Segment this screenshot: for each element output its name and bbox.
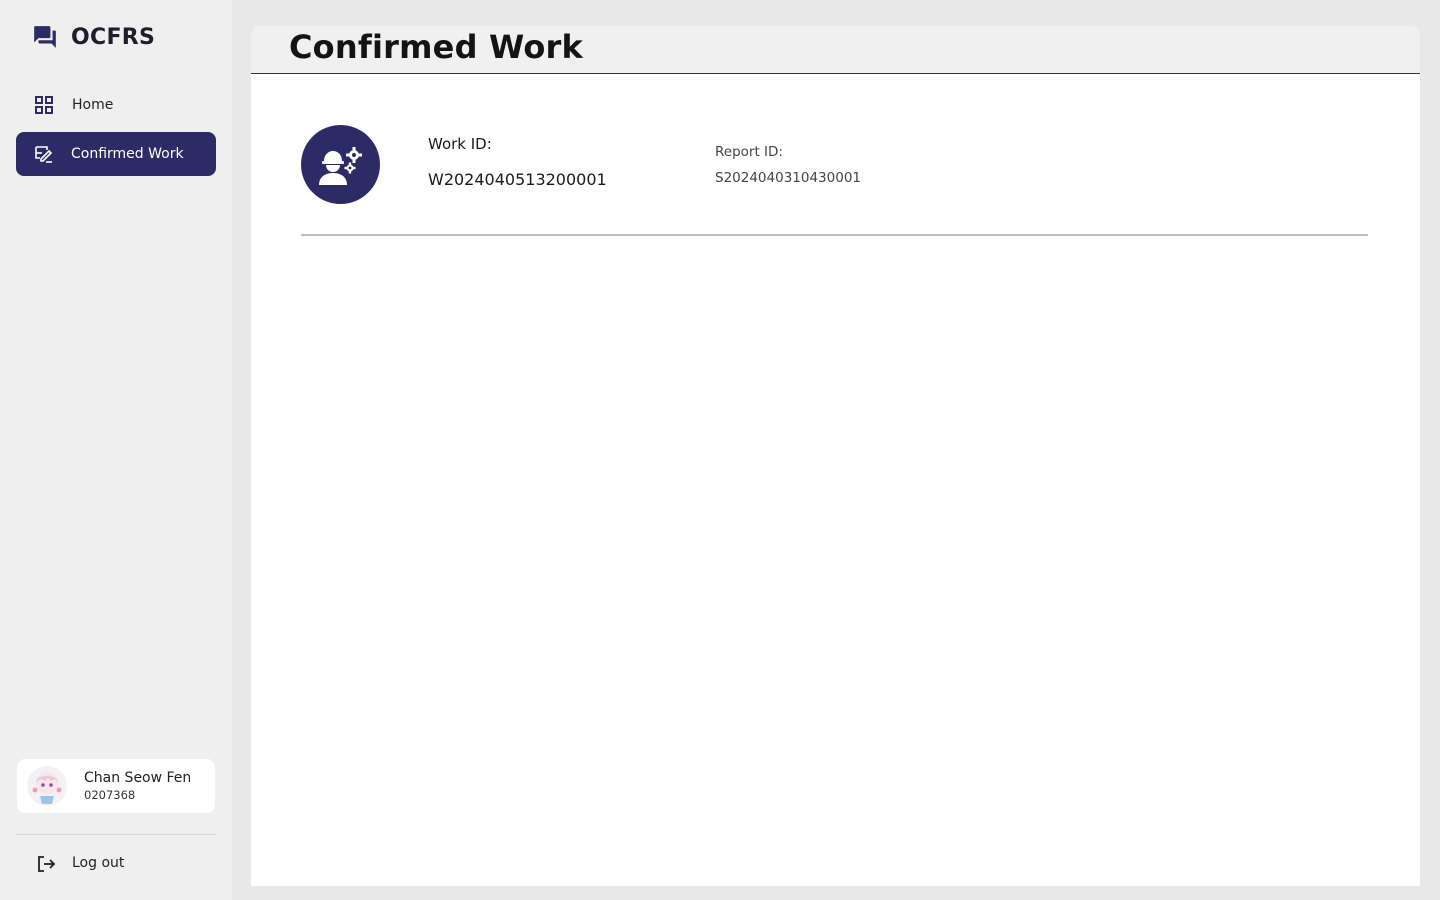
sidebar: OCFRS Home Confirmed Work Chan Seow Fen …	[0, 0, 232, 900]
work-list-item[interactable]: Work ID: W2024040513200001 Report ID: S2…	[301, 125, 1368, 236]
logout-label: Log out	[72, 854, 125, 871]
user-card[interactable]: Chan Seow Fen 0207368	[17, 759, 215, 813]
avatar	[27, 766, 67, 806]
page-header: Confirmed Work	[251, 26, 1420, 74]
sidebar-item-label: Home	[72, 97, 114, 113]
report-id-label: Report ID:	[715, 144, 783, 160]
worker-gears-icon	[301, 125, 380, 204]
divider	[16, 834, 216, 835]
user-info: Chan Seow Fen 0207368	[84, 770, 191, 802]
report-id-value: S2024040310430001	[715, 170, 861, 186]
page-title: Confirmed Work	[289, 28, 584, 66]
user-id: 0207368	[84, 787, 136, 802]
sidebar-item-home[interactable]: Home	[16, 83, 216, 127]
user-name: Chan Seow Fen	[84, 769, 192, 786]
brand-name: OCFRS	[71, 24, 156, 50]
logout-icon	[36, 854, 56, 874]
work-id-label: Work ID:	[428, 135, 492, 153]
chat-bubbles-icon	[32, 24, 58, 50]
sidebar-item-label: Confirmed Work	[71, 146, 184, 162]
brand[interactable]: OCFRS	[32, 24, 155, 50]
confirmed-work-icon	[34, 144, 54, 164]
logout-button[interactable]: Log out	[36, 851, 124, 874]
sidebar-item-confirmed-work[interactable]: Confirmed Work	[16, 132, 216, 176]
work-id-value: W2024040513200001	[428, 170, 607, 189]
grid-icon	[34, 95, 54, 115]
main-panel: Confirmed Work Work ID: W202404051320000…	[251, 26, 1420, 886]
